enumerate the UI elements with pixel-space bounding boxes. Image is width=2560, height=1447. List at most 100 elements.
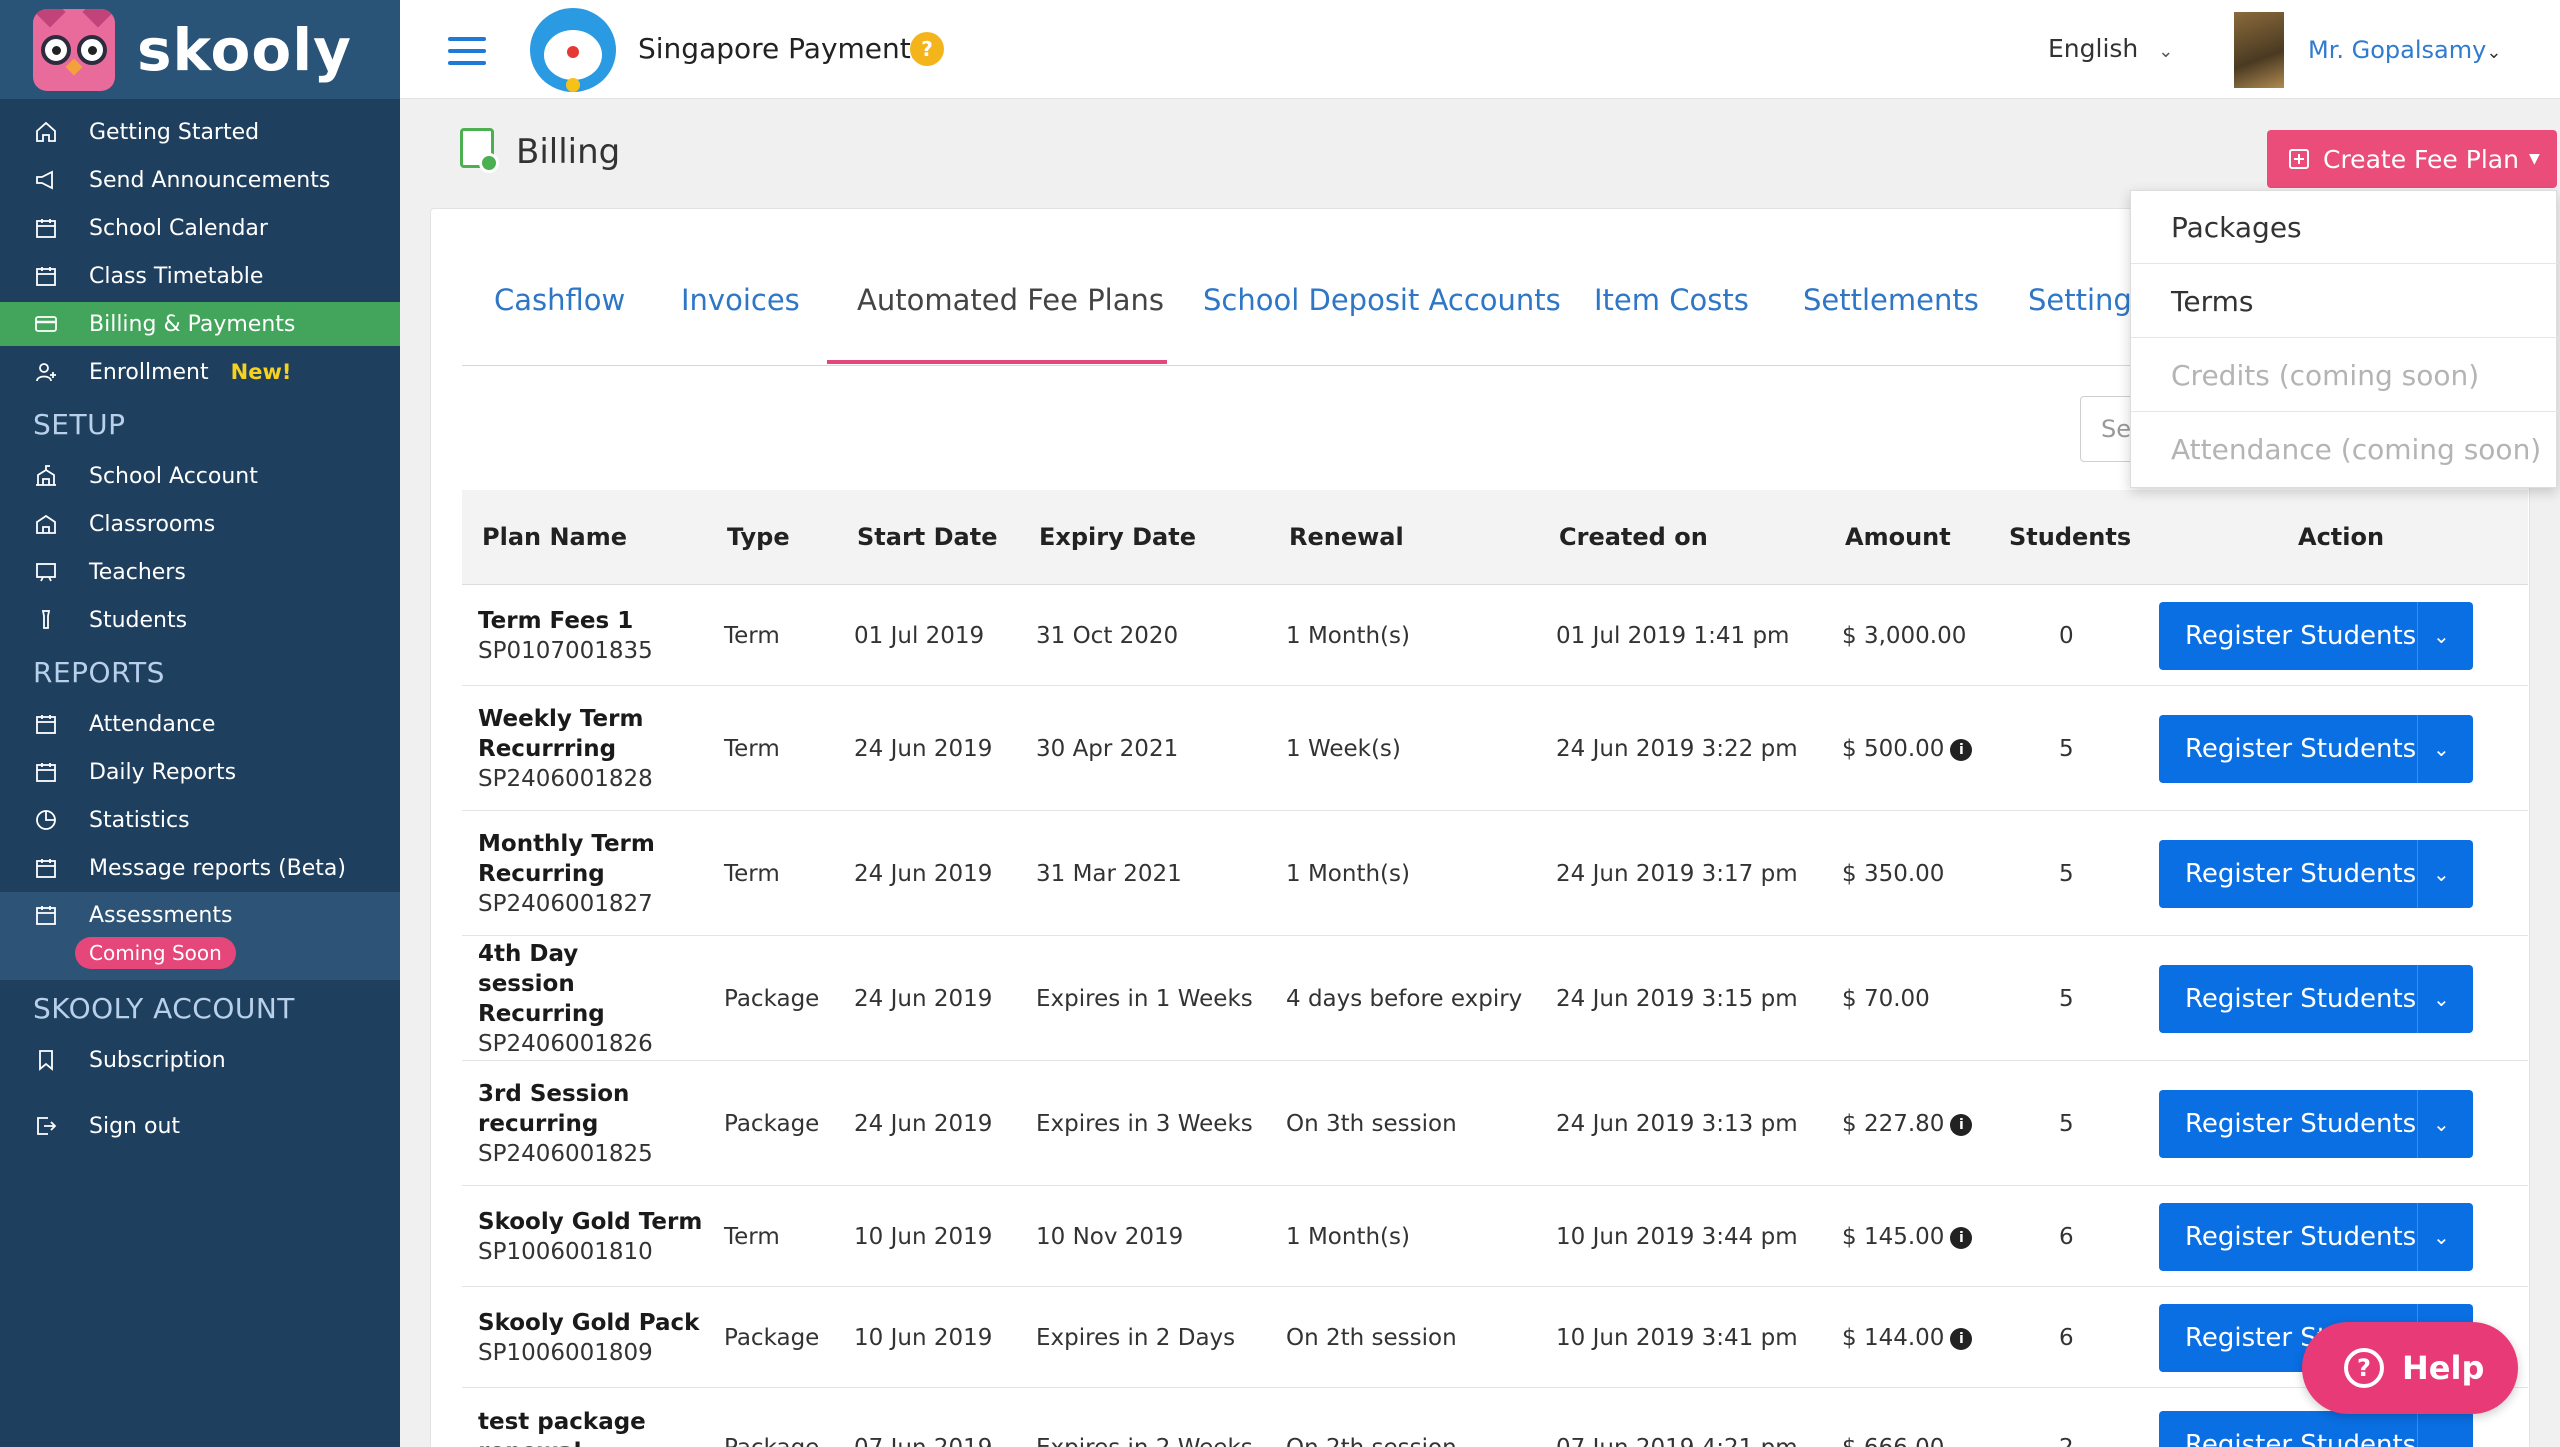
col-renewal[interactable]: Renewal xyxy=(1289,490,1404,585)
table-row: Skooly Gold Term SP1006001810 Term 10 Ju… xyxy=(462,1187,2528,1287)
sidebar-item-subscription[interactable]: Subscription xyxy=(0,1038,400,1082)
active-tab-indicator xyxy=(827,360,1167,364)
sidebar-item-label: Class Timetable xyxy=(89,263,264,289)
sidebar-item-school-account[interactable]: School Account xyxy=(0,454,400,498)
info-icon[interactable]: i xyxy=(1950,1327,1973,1350)
sidebar-item-getting-started[interactable]: Getting Started xyxy=(0,110,400,154)
tab-cashflow[interactable]: Cashflow xyxy=(494,283,625,317)
chevron-down-icon[interactable]: ⌄ xyxy=(2433,1090,2450,1158)
menu-item-terms[interactable]: Terms xyxy=(2131,265,2558,338)
info-icon[interactable]: i xyxy=(1950,738,1973,761)
col-action: Action xyxy=(2298,523,2385,551)
plan-name-cell: Weekly Term Recurrring SP2406001828 xyxy=(478,704,678,794)
sidebar-item-daily-reports[interactable]: Daily Reports xyxy=(0,750,400,794)
chevron-down-icon[interactable]: ⌄ xyxy=(2433,602,2450,670)
sidebar-item-students[interactable]: Students xyxy=(0,598,400,642)
sidebar-item-label: Teachers xyxy=(89,559,186,585)
col-expiry-date[interactable]: Expiry Date xyxy=(1039,490,1196,585)
col-created-on[interactable]: Created on xyxy=(1559,490,1708,585)
register-students-label: Register Students xyxy=(2185,1221,2417,1252)
register-students-button[interactable]: Register Students ⌄ xyxy=(2159,714,2473,783)
register-students-button[interactable]: Register Students ⌄ xyxy=(2159,1411,2473,1447)
plan-name[interactable]: Skooly Gold Pack xyxy=(478,1310,699,1336)
teacher-icon xyxy=(33,559,59,585)
plan-name-cell: test package renewal xyxy=(478,1407,678,1447)
register-students-button[interactable]: Register Students ⌄ xyxy=(2159,964,2473,1033)
question-circle-icon: ? xyxy=(2344,1348,2384,1388)
plan-name[interactable]: 3rd Session recurring xyxy=(478,1081,629,1137)
tab-school-deposit-accounts[interactable]: School Deposit Accounts xyxy=(1203,283,1561,317)
renewal-cell: On 2th session xyxy=(1286,1435,1457,1447)
col-start-date[interactable]: Start Date xyxy=(857,490,997,585)
chevron-down-icon[interactable]: ⌄ xyxy=(2433,1203,2450,1271)
plan-name[interactable]: Term Fees 1 xyxy=(478,608,633,634)
students-cell: 5 xyxy=(2059,1110,2074,1137)
students-cell: 6 xyxy=(2059,1223,2074,1250)
chevron-down-icon[interactable]: ⌄ xyxy=(2433,1411,2450,1447)
sidebar-item-sign-out[interactable]: Sign out xyxy=(0,1104,400,1148)
chevron-down-icon[interactable]: ⌄ xyxy=(2433,840,2450,908)
sidebar-item-message-reports[interactable]: Message reports (Beta) xyxy=(0,846,400,890)
expiry-date-cell: Expires in 1 Weeks xyxy=(1036,985,1253,1012)
chevron-down-icon[interactable]: ⌄ xyxy=(2433,715,2450,783)
sidebar-item-teachers[interactable]: Teachers xyxy=(0,550,400,594)
sidebar-item-billing-payments[interactable]: Billing & Payments xyxy=(0,302,400,346)
create-fee-plan-button[interactable]: Create Fee Plan ▼ xyxy=(2267,130,2557,188)
info-icon[interactable]: i xyxy=(1950,1226,1973,1249)
user-menu[interactable]: Mr. Gopalsamy⌄ xyxy=(2308,36,2501,64)
register-students-button[interactable]: Register Students ⌄ xyxy=(2159,601,2473,670)
plan-name[interactable]: Skooly Gold Term xyxy=(478,1209,702,1235)
avatar[interactable] xyxy=(2234,12,2284,88)
register-students-label: Register Students xyxy=(2185,858,2417,889)
plan-name[interactable]: 4th Day session Recurring xyxy=(478,941,605,1027)
amount-value: $ 500.00 xyxy=(1842,735,1945,762)
start-date-cell: 24 Jun 2019 xyxy=(854,985,993,1012)
plan-name[interactable]: Monthly Term Recurring xyxy=(478,831,655,887)
col-type[interactable]: Type xyxy=(727,490,790,585)
sidebar-item-label: Message reports (Beta) xyxy=(89,855,346,881)
register-students-label: Register Students xyxy=(2185,1108,2417,1139)
register-students-button[interactable]: Register Students ⌄ xyxy=(2159,839,2473,908)
school-name[interactable]: Singapore Payments xyxy=(638,32,925,65)
sidebar-item-assessments[interactable]: Assessments xyxy=(0,893,400,937)
sidebar-item-statistics[interactable]: Statistics xyxy=(0,798,400,842)
created-on-cell: 10 Jun 2019 3:41 pm xyxy=(1556,1324,1798,1351)
plan-name[interactable]: Weekly Term Recurrring xyxy=(478,706,643,762)
expiry-date-cell: Expires in 2 Days xyxy=(1036,1324,1236,1351)
col-students[interactable]: Students xyxy=(2009,490,2131,585)
menu-item-packages[interactable]: Packages xyxy=(2131,191,2558,264)
register-students-button[interactable]: Register Students ⌄ xyxy=(2159,1202,2473,1271)
info-icon[interactable]: i xyxy=(1950,1113,1973,1136)
created-on-cell: 24 Jun 2019 3:13 pm xyxy=(1556,1110,1798,1137)
sidebar-item-classrooms[interactable]: Classrooms xyxy=(0,502,400,546)
sidebar: skooly Getting Started Send Announcement… xyxy=(0,0,400,1447)
sign-out-icon xyxy=(33,1113,59,1139)
tab-invoices[interactable]: Invoices xyxy=(681,283,800,317)
brand[interactable]: skooly xyxy=(0,0,400,99)
register-students-label: Register Students xyxy=(2185,733,2417,764)
sidebar-item-label: School Account xyxy=(89,463,258,489)
help-button[interactable]: ? Help xyxy=(2302,1322,2518,1414)
language-selector[interactable]: English ⌄ xyxy=(2048,34,2173,63)
sidebar-item-school-calendar[interactable]: School Calendar xyxy=(0,206,400,250)
created-on-cell: 24 Jun 2019 3:22 pm xyxy=(1556,735,1798,762)
plan-code: SP0107001835 xyxy=(478,637,653,664)
sidebar-item-attendance[interactable]: Attendance xyxy=(0,702,400,746)
sidebar-item-class-timetable[interactable]: Class Timetable xyxy=(0,254,400,298)
hamburger-menu-icon[interactable] xyxy=(448,37,486,65)
question-mark-icon[interactable]: ? xyxy=(910,32,944,66)
col-plan-name[interactable]: Plan Name xyxy=(482,490,627,585)
tab-settlements[interactable]: Settlements xyxy=(1803,283,1979,317)
created-on-cell: 10 Jun 2019 3:44 pm xyxy=(1556,1223,1798,1250)
col-amount[interactable]: Amount xyxy=(1845,490,1951,585)
sidebar-item-enrollment[interactable]: Enrollment New! xyxy=(0,350,400,394)
plan-name[interactable]: test package renewal xyxy=(478,1409,646,1447)
sidebar-item-send-announcements[interactable]: Send Announcements xyxy=(0,158,400,202)
brand-name: skooly xyxy=(137,15,352,84)
tab-item-costs[interactable]: Item Costs xyxy=(1594,283,1749,317)
tab-automated-fee-plans[interactable]: Automated Fee Plans xyxy=(857,283,1164,317)
chevron-down-icon[interactable]: ⌄ xyxy=(2433,965,2450,1033)
register-students-button[interactable]: Register Students ⌄ xyxy=(2159,1089,2473,1158)
start-date-cell: 10 Jun 2019 xyxy=(854,1223,993,1250)
menu-item-credits: Credits (coming soon) xyxy=(2131,339,2558,412)
